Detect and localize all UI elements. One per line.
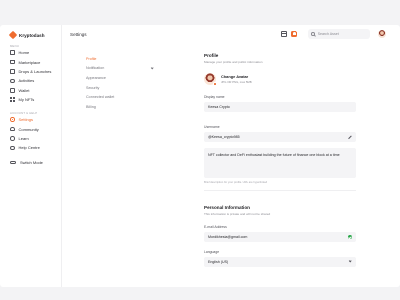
bio-value: NFT collector and DeFi enthusiast buildi… xyxy=(208,153,340,157)
section-divider xyxy=(204,190,356,191)
account-nav: Settings Community Learn Help Centre xyxy=(7,115,59,153)
language-select[interactable]: English (US) xyxy=(204,257,356,267)
sidebar-item-label: My NFTs xyxy=(18,97,35,103)
search-input[interactable] xyxy=(317,32,368,36)
calendar-icon[interactable] xyxy=(281,31,287,37)
settings-tab-label: Appearance xyxy=(86,75,106,80)
username-field[interactable]: @Keesa_crypto985 xyxy=(204,132,356,142)
settings-tab-label: Connected wallet xyxy=(86,95,115,100)
settings-tab-billing[interactable]: Billing xyxy=(86,102,156,112)
community-icon xyxy=(10,126,15,132)
sidebar-item-label: Help Centre xyxy=(18,145,40,151)
sidebar-item-label: Home xyxy=(18,50,30,56)
personal-info-header: Personal Information This information is… xyxy=(204,205,270,216)
settings-tab-label: Notification xyxy=(86,66,105,71)
sidebar-item-drops[interactable]: Drops & Launches xyxy=(7,67,59,76)
settings-tab-appearance[interactable]: Appearance xyxy=(86,73,156,83)
settings-tab-security[interactable]: Security xyxy=(86,83,156,93)
notification-bell-icon[interactable] xyxy=(291,30,298,37)
settings-tab-notification[interactable]: Notification xyxy=(86,64,156,74)
language-label: Language xyxy=(204,250,220,254)
marketplace-icon xyxy=(10,59,15,65)
learn-icon xyxy=(10,136,15,141)
email-field[interactable]: Mordikhesia@gmail.com xyxy=(204,232,356,242)
username-value: @Keesa_crypto985 xyxy=(208,135,240,139)
sidebar-item-learn[interactable]: Learn xyxy=(7,134,59,143)
notification-dot xyxy=(295,30,298,32)
sidebar-item-wallet[interactable]: Wallet xyxy=(7,86,59,95)
sidebar-item-label: Wallet xyxy=(18,87,30,93)
wallet-icon xyxy=(10,88,15,93)
settings-tab-label: Billing xyxy=(86,104,96,109)
brand-name: Kryptodash xyxy=(19,32,45,38)
settings-tab-profile[interactable]: Profile xyxy=(86,54,156,64)
profile-heading: Profile xyxy=(204,53,219,58)
email-value: Mordikhesia@gmail.com xyxy=(208,235,248,239)
display-name-value: Keesa Crypto xyxy=(208,105,230,109)
chevron-down-icon xyxy=(348,259,352,263)
avatar-row: Change Avatar JPG OR PNG, max 5MB xyxy=(204,73,252,86)
profile-avatar[interactable] xyxy=(204,73,217,86)
activities-icon xyxy=(10,78,15,84)
profile-section: Profile Manage your profile and public i… xyxy=(204,53,356,285)
display-name-label: Display name xyxy=(204,95,225,99)
sidebar-item-label: Activities xyxy=(18,78,35,84)
sidebar-item-help[interactable]: Help Centre xyxy=(7,143,59,152)
gear-icon xyxy=(10,117,15,122)
sidebar-item-label: Drops & Launches xyxy=(18,68,52,74)
settings-tab-label: Profile xyxy=(86,56,97,61)
mode-nav: Switch Mode xyxy=(7,158,59,167)
sidebar-item-home[interactable]: Home xyxy=(7,48,59,57)
bio-hint: Brief description for your profile. URL … xyxy=(204,181,268,184)
app-window: Kryptodash MENU Home Marketplace Drops &… xyxy=(0,25,400,287)
home-icon xyxy=(10,50,15,55)
display-name-field[interactable]: Keesa Crypto xyxy=(204,102,356,112)
sidebar-item-community[interactable]: Community xyxy=(7,124,59,133)
sidebar-item-label: Community xyxy=(18,126,39,132)
search-icon xyxy=(311,32,315,36)
profile-subheading: Manage your profile and public informati… xyxy=(204,60,263,64)
settings-tab-connected-wallet[interactable]: Connected wallet xyxy=(86,92,156,102)
edit-pencil-icon[interactable] xyxy=(347,135,351,139)
page-title: Settings xyxy=(70,32,87,37)
sidebar-item-activities[interactable]: Activities xyxy=(7,76,59,85)
sidebar-item-marketplace[interactable]: Marketplace xyxy=(7,57,59,66)
logo-icon xyxy=(8,30,18,40)
switch-mode-toggle[interactable]: Switch Mode xyxy=(7,158,59,167)
language-value: English (US) xyxy=(208,260,229,264)
chevron-down-icon xyxy=(150,66,154,70)
change-avatar-button[interactable]: Change Avatar xyxy=(221,74,252,79)
sidebar: Kryptodash MENU Home Marketplace Drops &… xyxy=(0,25,62,287)
camera-icon xyxy=(213,82,217,86)
main-nav: Home Marketplace Drops & Launches Activi… xyxy=(7,48,59,104)
user-avatar[interactable] xyxy=(378,30,386,38)
bio-textarea[interactable]: NFT collector and DeFi enthusiast buildi… xyxy=(204,148,356,178)
email-label: E-mail Address xyxy=(204,225,227,229)
sidebar-item-nfts[interactable]: My NFTs xyxy=(7,95,59,104)
switch-mode-label: Switch Mode xyxy=(20,160,43,166)
personal-heading: Personal Information xyxy=(204,205,250,210)
sidebar-item-label: Marketplace xyxy=(18,59,41,65)
personal-subheading: This information is private and will not… xyxy=(204,212,271,216)
help-icon xyxy=(10,145,15,151)
drops-icon xyxy=(10,69,15,74)
search-bar[interactable] xyxy=(308,29,370,39)
sidebar-item-label: Settings xyxy=(18,117,33,123)
verified-check-icon xyxy=(347,234,352,240)
settings-tab-label: Security xyxy=(86,85,100,90)
username-label: Username xyxy=(204,125,220,129)
toggle-icon xyxy=(10,160,16,165)
sidebar-item-settings[interactable]: Settings xyxy=(7,115,59,124)
settings-menu: Profile Notification Appearance Security… xyxy=(86,54,156,112)
nfts-icon xyxy=(10,97,15,102)
sidebar-item-label: Learn xyxy=(18,135,29,141)
brand-logo[interactable]: Kryptodash xyxy=(8,30,45,40)
avatar-hint: JPG OR PNG, max 5MB xyxy=(221,80,252,84)
